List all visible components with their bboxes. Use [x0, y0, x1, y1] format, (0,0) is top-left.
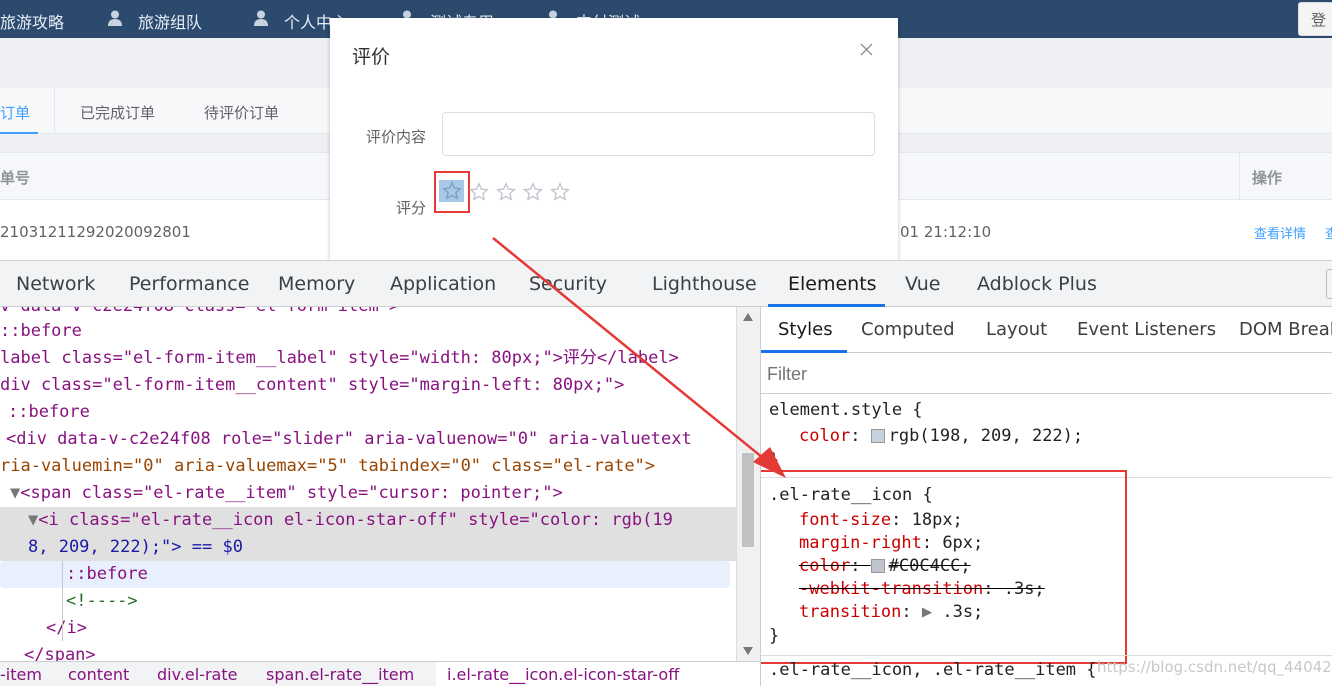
annotation-arrow [492, 237, 786, 478]
